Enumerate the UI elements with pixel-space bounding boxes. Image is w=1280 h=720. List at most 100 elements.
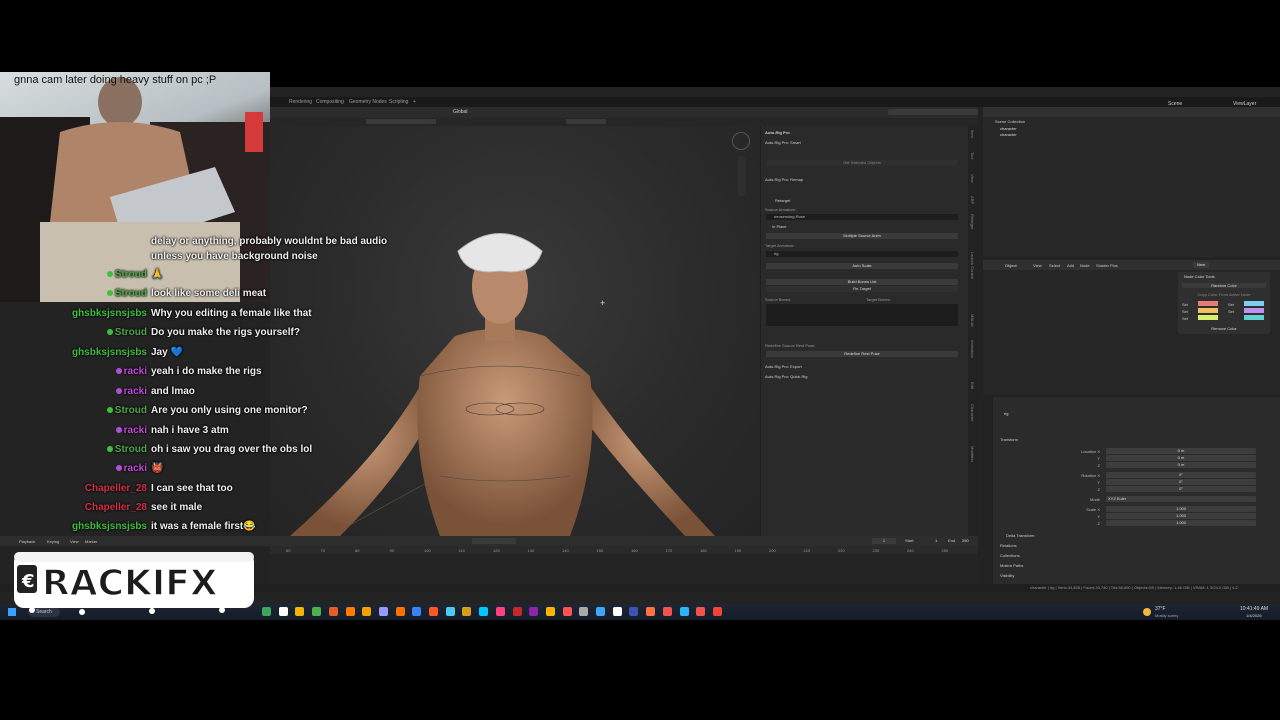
object-mode-dropdown[interactable]: Object [1005, 263, 1017, 268]
taskbar-app-icon[interactable] [312, 607, 322, 616]
taskbar-app-icon[interactable] [445, 607, 455, 616]
orientation-dropdown[interactable]: Global [453, 109, 467, 115]
taskbar-app-icon[interactable] [362, 607, 372, 616]
color-swatch[interactable] [1198, 301, 1218, 306]
playback-controls[interactable] [472, 538, 516, 544]
shader-menu-view[interactable]: View [1033, 263, 1042, 268]
view-navigation-buttons[interactable] [738, 156, 746, 196]
delta-transform-section[interactable]: Delta Transform [1006, 533, 1034, 538]
chat-username[interactable]: racki [124, 366, 147, 377]
taskbar-app-icon[interactable] [278, 607, 288, 616]
retarget-button[interactable]: Re-Target [766, 286, 958, 292]
taskbar-app-icon[interactable] [495, 607, 505, 616]
chat-username[interactable]: racki [124, 386, 147, 397]
get-selected-button[interactable]: Get Selected Objects [766, 160, 958, 166]
chat-username[interactable]: Stroud [115, 327, 147, 338]
view-layer-selector[interactable]: ViewLayer [1233, 101, 1256, 107]
bones-list[interactable] [766, 304, 958, 326]
workspace-tab[interactable]: Scripting [389, 99, 408, 105]
taskbar-app-icon[interactable] [696, 607, 706, 616]
sidebar-tab[interactable]: MBLab [970, 314, 975, 327]
outliner-item[interactable]: character [1000, 132, 1017, 137]
taskbar-app-icon[interactable] [529, 607, 539, 616]
redefine-rest-pose-button[interactable]: Redefine Rest Pose [766, 351, 958, 357]
color-swatch[interactable] [1244, 301, 1264, 306]
target-armature-field[interactable]: rig [766, 251, 958, 257]
taskbar-app-icon[interactable] [579, 607, 589, 616]
taskbar-app-icon[interactable] [479, 607, 489, 616]
workspace-tab[interactable]: + [413, 99, 416, 105]
collections-section[interactable]: Collections [1000, 553, 1020, 558]
workspace-tab[interactable]: Compositing [316, 99, 344, 105]
clock-date[interactable]: 1/4/2026 [1246, 613, 1262, 618]
transform-section[interactable]: Transform [1000, 437, 1018, 442]
chat-username[interactable]: Chapeller_28 [85, 502, 147, 513]
sidebar-tab[interactable]: Animation [970, 340, 975, 358]
location-x-field[interactable]: 0 m [1106, 448, 1256, 454]
auto-scale-button[interactable]: Auto Scale [766, 263, 958, 269]
taskbar-app-icon[interactable] [545, 607, 555, 616]
in-place-checkbox[interactable]: In Place [772, 224, 786, 229]
build-bones-button[interactable]: Build Bones List [766, 279, 958, 285]
location-z-field[interactable]: 0 m [1106, 462, 1256, 468]
taskbar-app-icon[interactable] [429, 607, 438, 616]
sidebar-tab[interactable]: Modifiers [970, 446, 975, 462]
rotation-x-field[interactable]: 0° [1106, 472, 1256, 478]
rotation-mode-dropdown[interactable]: XYZ Euler [1106, 496, 1256, 502]
clock-time[interactable]: 10:41:49 AM [1240, 606, 1268, 612]
color-swatch[interactable] [1198, 315, 1218, 320]
scale-z-field[interactable]: 1.000 [1106, 520, 1256, 526]
set-color-button[interactable]: Set [1228, 309, 1234, 314]
set-color-button[interactable]: Set [1228, 302, 1234, 307]
chat-username[interactable]: Stroud [115, 269, 147, 280]
3d-viewport[interactable]: + [270, 126, 760, 536]
taskbar-app-icon[interactable] [629, 607, 639, 616]
new-material-button[interactable]: New [1193, 262, 1209, 268]
multiple-source-button[interactable]: Multiple Source Anim [766, 233, 958, 239]
sidebar-tab[interactable]: View [970, 174, 975, 183]
chat-username[interactable]: ghsbksjsnsjsbs [72, 347, 147, 358]
set-color-button[interactable]: Set [1182, 309, 1188, 314]
set-color-button[interactable]: Set [1182, 302, 1188, 307]
taskbar-app-icon[interactable] [612, 607, 622, 616]
arp-remap-section[interactable]: Auto-Rig Pro: Remap [765, 177, 803, 182]
taskbar-app-icon[interactable] [295, 607, 305, 616]
shader-menu-shader-plus[interactable]: Shader Plus [1096, 263, 1118, 268]
end-frame-field[interactable]: 250 [962, 538, 969, 543]
chat-username[interactable]: racki [124, 425, 147, 436]
scale-y-field[interactable]: 1.000 [1106, 513, 1256, 519]
snapping-buttons[interactable] [566, 119, 606, 124]
chat-username[interactable]: ghsbksjsnsjsbs [72, 308, 147, 319]
chat-username[interactable]: Stroud [115, 288, 147, 299]
sidebar-tab[interactable]: Launch Control [970, 252, 975, 279]
workspace-tab[interactable]: Geometry Nodes [349, 99, 387, 105]
taskbar-app-icon[interactable] [662, 607, 672, 616]
sidebar-tab[interactable]: Item [970, 130, 975, 138]
rotation-z-field[interactable]: 0° [1106, 486, 1256, 492]
arp-quick-rig-section[interactable]: Auto-Rig Pro: Quick Rig [765, 374, 807, 379]
outliner-item[interactable]: character [1000, 126, 1017, 131]
taskbar-app-icon[interactable] [512, 607, 522, 616]
chat-username[interactable]: Stroud [115, 444, 147, 455]
playback-menu[interactable]: Playback [19, 539, 35, 544]
random-color-button[interactable]: Random Color [1182, 283, 1266, 288]
taskbar-app-icon[interactable] [462, 607, 472, 616]
properties-tabs[interactable] [983, 397, 993, 585]
taskbar-app-icon[interactable] [345, 607, 355, 616]
shader-menu-node[interactable]: Node [1080, 263, 1090, 268]
retarget-subpanel[interactable]: Retarget [775, 198, 790, 203]
current-frame-field[interactable]: 1 [872, 538, 896, 544]
sidebar-tab[interactable]: Retarget [970, 214, 975, 229]
color-swatch[interactable] [1244, 315, 1264, 320]
scale-x-field[interactable]: 1.000 [1106, 506, 1256, 512]
arp-smart-section[interactable]: Auto-Rig Pro: Smart [765, 140, 801, 145]
taskbar-app-icon[interactable] [328, 607, 338, 616]
chat-username[interactable]: racki [124, 463, 147, 474]
workspace-tab[interactable]: Rendering [289, 99, 312, 105]
sidebar-tab[interactable]: Tool [970, 152, 975, 159]
view-menu[interactable]: View [70, 539, 79, 544]
color-swatch[interactable] [1198, 308, 1218, 313]
taskbar-app-icon[interactable] [412, 607, 422, 616]
taskbar-app-icon[interactable] [679, 607, 689, 616]
chat-username[interactable]: Chapeller_28 [85, 483, 147, 494]
